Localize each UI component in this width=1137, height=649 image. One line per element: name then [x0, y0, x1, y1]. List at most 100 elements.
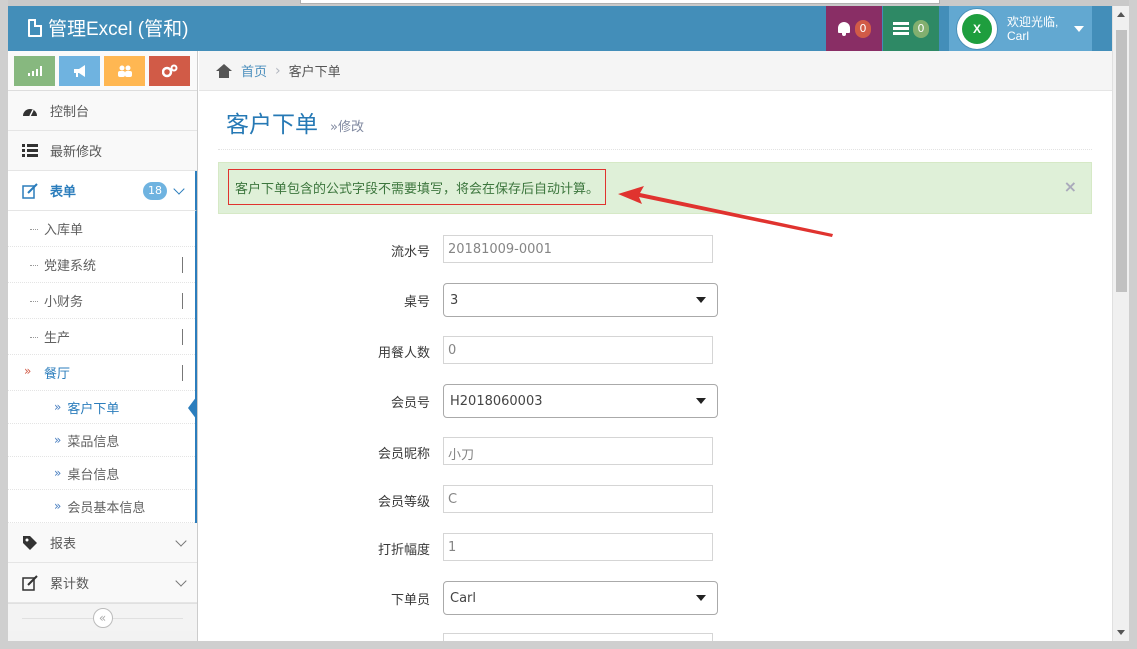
page-header: 客户下单 »修改	[218, 95, 1092, 150]
user-name: Carl	[1007, 28, 1030, 43]
sidebar: 控制台 最新修改 表单 18 入库单 党建系统 小财务 生产 餐厅 » 客户下单 …	[8, 51, 198, 641]
member-id-value: H2018060003	[450, 394, 543, 409]
restaurant-submenu: » 客户下单 » 菜品信息 » 桌台信息 » 会员基本信息	[8, 391, 197, 523]
double-right-icon: »	[54, 433, 62, 447]
browser-tab-strip	[300, 0, 940, 4]
table-number-label: 桌号	[403, 295, 430, 310]
breadcrumb-current: 客户下单	[288, 65, 341, 80]
sidebar-collapse-bar: «	[8, 603, 197, 631]
chevron-down-icon	[173, 182, 185, 195]
sidebar-item-label: 入库单	[44, 223, 84, 238]
breadcrumb-separator-icon: ›	[275, 62, 281, 79]
bell-icon	[837, 21, 851, 36]
table-number-select[interactable]: 3	[443, 283, 718, 317]
tasks-badge: 0	[913, 19, 929, 38]
discount-label: 打折幅度	[377, 543, 430, 558]
sidebar-item-reports[interactable]: 报表	[8, 523, 197, 563]
sidebar-item-tables[interactable]: » 桌台信息	[8, 457, 195, 490]
nickname-field[interactable]: 小刀	[443, 437, 713, 465]
table-number-value: 3	[450, 293, 459, 308]
scroll-up-icon[interactable]	[1117, 12, 1125, 17]
brand[interactable]: 管理Excel (管和)	[28, 14, 188, 41]
tasks-button[interactable]: 0	[883, 6, 939, 51]
next-field[interactable]	[443, 633, 713, 641]
sidebar-item-recent[interactable]: 最新修改	[8, 131, 197, 171]
chevron-down-icon	[182, 365, 183, 381]
sidebar-item-label: 餐厅	[44, 367, 71, 382]
caret-down-icon	[696, 398, 706, 404]
sidebar-item-dashboard[interactable]: 控制台	[8, 91, 197, 131]
notifications-button[interactable]: 0	[826, 6, 882, 51]
excel-logo-icon: X	[962, 13, 992, 44]
tachometer-icon	[22, 103, 38, 119]
discount-field[interactable]: 1	[443, 533, 713, 561]
window-left-frame	[0, 0, 8, 649]
window-bottom-frame	[0, 641, 1137, 649]
member-level-row: 会员等级 C	[330, 485, 730, 515]
user-info: 欢迎光临, Carl	[1007, 15, 1058, 43]
sidebar-item-restaurant[interactable]: 餐厅	[8, 355, 195, 391]
tag-icon	[22, 535, 38, 551]
sidebar-item-forms[interactable]: 表单 18	[8, 171, 197, 211]
brand-title: 管理Excel (管和)	[48, 19, 189, 40]
page-title: 客户下单	[226, 111, 318, 137]
serial-number-field[interactable]: 20181009-0001	[443, 235, 713, 263]
sidebar-item-counters[interactable]: 累计数	[8, 563, 197, 603]
sidebar-item-label: 党建系统	[44, 259, 97, 274]
home-icon	[215, 63, 233, 78]
page-scrollbar[interactable]	[1112, 6, 1129, 641]
signal-shortcut-button[interactable]	[14, 56, 55, 86]
member-id-select[interactable]: H2018060003	[443, 384, 718, 418]
sidebar-item-label: 生产	[44, 331, 71, 346]
settings-shortcut-button[interactable]	[149, 56, 190, 86]
page-subtitle: »修改	[330, 119, 364, 135]
chevron-down-icon	[182, 329, 183, 345]
sidebar-item-label: 最新修改	[50, 145, 103, 160]
staff-row: 下单员 Carl	[330, 581, 730, 615]
guests-row: 用餐人数 0	[330, 336, 730, 366]
sidebar-item-party[interactable]: 党建系统	[8, 247, 195, 283]
forms-submenu: 入库单 党建系统 小财务 生产 餐厅 » 客户下单 » 菜品信息 » 桌台信息 » 会员…	[8, 211, 197, 523]
discount-row: 打折幅度 1	[330, 533, 730, 563]
alert-message: 客户下单包含的公式字段不需要填写，将会在保存后自动计算。	[228, 169, 607, 205]
caret-down-icon	[696, 297, 706, 303]
sidebar-item-label: 会员基本信息	[67, 500, 146, 516]
users-icon	[117, 65, 132, 77]
staff-select[interactable]: Carl	[443, 581, 718, 615]
alert-close-button[interactable]: ×	[1064, 177, 1077, 196]
sidebar-item-dishes[interactable]: » 菜品信息	[8, 424, 195, 457]
avatar: X	[957, 8, 997, 49]
sidebar-item-members[interactable]: » 会员基本信息	[8, 490, 195, 523]
scroll-down-icon[interactable]	[1117, 630, 1125, 635]
users-shortcut-button[interactable]	[104, 56, 145, 86]
guests-label: 用餐人数	[377, 346, 430, 361]
table-number-row: 桌号 3	[330, 283, 730, 317]
sidebar-item-label: 小财务	[44, 295, 84, 310]
tasks-icon	[893, 22, 909, 35]
forms-count-badge: 18	[143, 181, 167, 200]
chevron-down-icon	[182, 257, 183, 273]
list-icon	[22, 143, 38, 159]
sidebar-item-label: 报表	[50, 537, 77, 552]
sidebar-item-inbound[interactable]: 入库单	[8, 211, 195, 247]
user-menu[interactable]: X 欢迎光临, Carl	[949, 6, 1092, 51]
sidebar-item-production[interactable]: 生产	[8, 319, 195, 355]
chevron-down-icon	[175, 574, 187, 587]
scroll-thumb[interactable]	[1116, 30, 1127, 292]
sidebar-item-label: 桌台信息	[67, 467, 120, 483]
breadcrumb-home-link[interactable]: 首页	[241, 61, 267, 80]
collapse-sidebar-button[interactable]: «	[92, 607, 113, 628]
sidebar-item-label: 控制台	[50, 105, 90, 120]
staff-label: 下单员	[390, 593, 430, 608]
announce-shortcut-button[interactable]	[59, 56, 100, 86]
staff-value: Carl	[450, 591, 476, 606]
sidebar-item-finance[interactable]: 小财务	[8, 283, 195, 319]
signal-icon	[27, 66, 42, 76]
guests-field[interactable]: 0	[443, 336, 713, 364]
annotation-arrow-icon	[618, 186, 833, 237]
member-level-field[interactable]: C	[443, 485, 713, 513]
caret-down-icon	[1074, 25, 1085, 32]
sidebar-item-customer-order[interactable]: » 客户下单	[8, 391, 197, 424]
caret-down-icon	[696, 595, 706, 601]
edit-icon	[22, 182, 38, 199]
